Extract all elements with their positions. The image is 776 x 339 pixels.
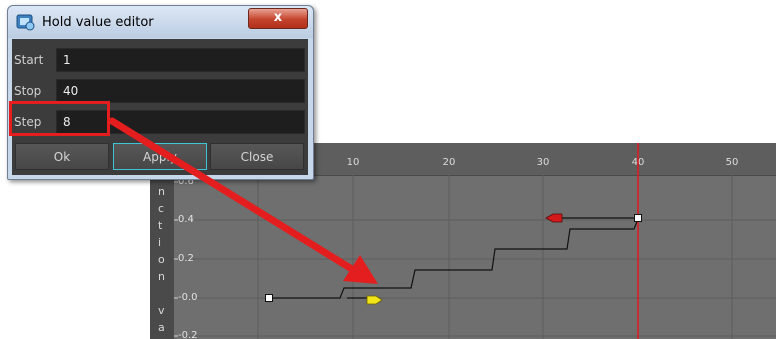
ok-button[interactable]: Ok <box>15 143 109 170</box>
start-key[interactable] <box>265 294 273 302</box>
stop-field[interactable] <box>56 79 305 103</box>
grid-lines <box>174 175 776 339</box>
close-button[interactable]: Close <box>210 143 304 170</box>
close-icon: x <box>273 10 283 25</box>
dialog-titlebar[interactable]: Hold value editor x <box>8 6 313 38</box>
step-highlight-box <box>9 101 110 136</box>
caption-char: a <box>158 321 165 334</box>
tangent-handle-red-icon[interactable] <box>545 213 563 223</box>
hold-value-editor-dialog: Hold value editor x Start Stop Step Ok A… <box>7 5 314 180</box>
stop-label: Stop <box>14 84 42 98</box>
caption-char: v <box>158 304 165 317</box>
value-axis-caption: n c t i o n v a <box>150 175 174 339</box>
start-field[interactable] <box>56 48 305 72</box>
caption-char: c <box>158 202 165 215</box>
app-icon <box>16 14 35 31</box>
y-label-0.4: 0.4 <box>178 214 194 225</box>
caption-char: t <box>158 219 163 232</box>
dialog-title: Hold value editor <box>42 15 154 30</box>
caption-char: n <box>158 270 165 283</box>
end-key[interactable] <box>634 214 642 222</box>
window-close-button[interactable]: x <box>248 8 308 29</box>
y-label-0.2: 0.2 <box>178 253 194 264</box>
apply-button[interactable]: Apply <box>113 143 207 170</box>
tangent-handle-yellow-icon[interactable] <box>366 295 383 305</box>
caption-char: o <box>158 253 165 266</box>
start-label: Start <box>14 53 44 67</box>
caption-char: i <box>158 236 162 249</box>
caption-char: n <box>158 185 165 198</box>
y-label-neg-0.2: -0.2 <box>178 330 198 339</box>
y-label-0.0: -0.0 <box>178 292 198 303</box>
